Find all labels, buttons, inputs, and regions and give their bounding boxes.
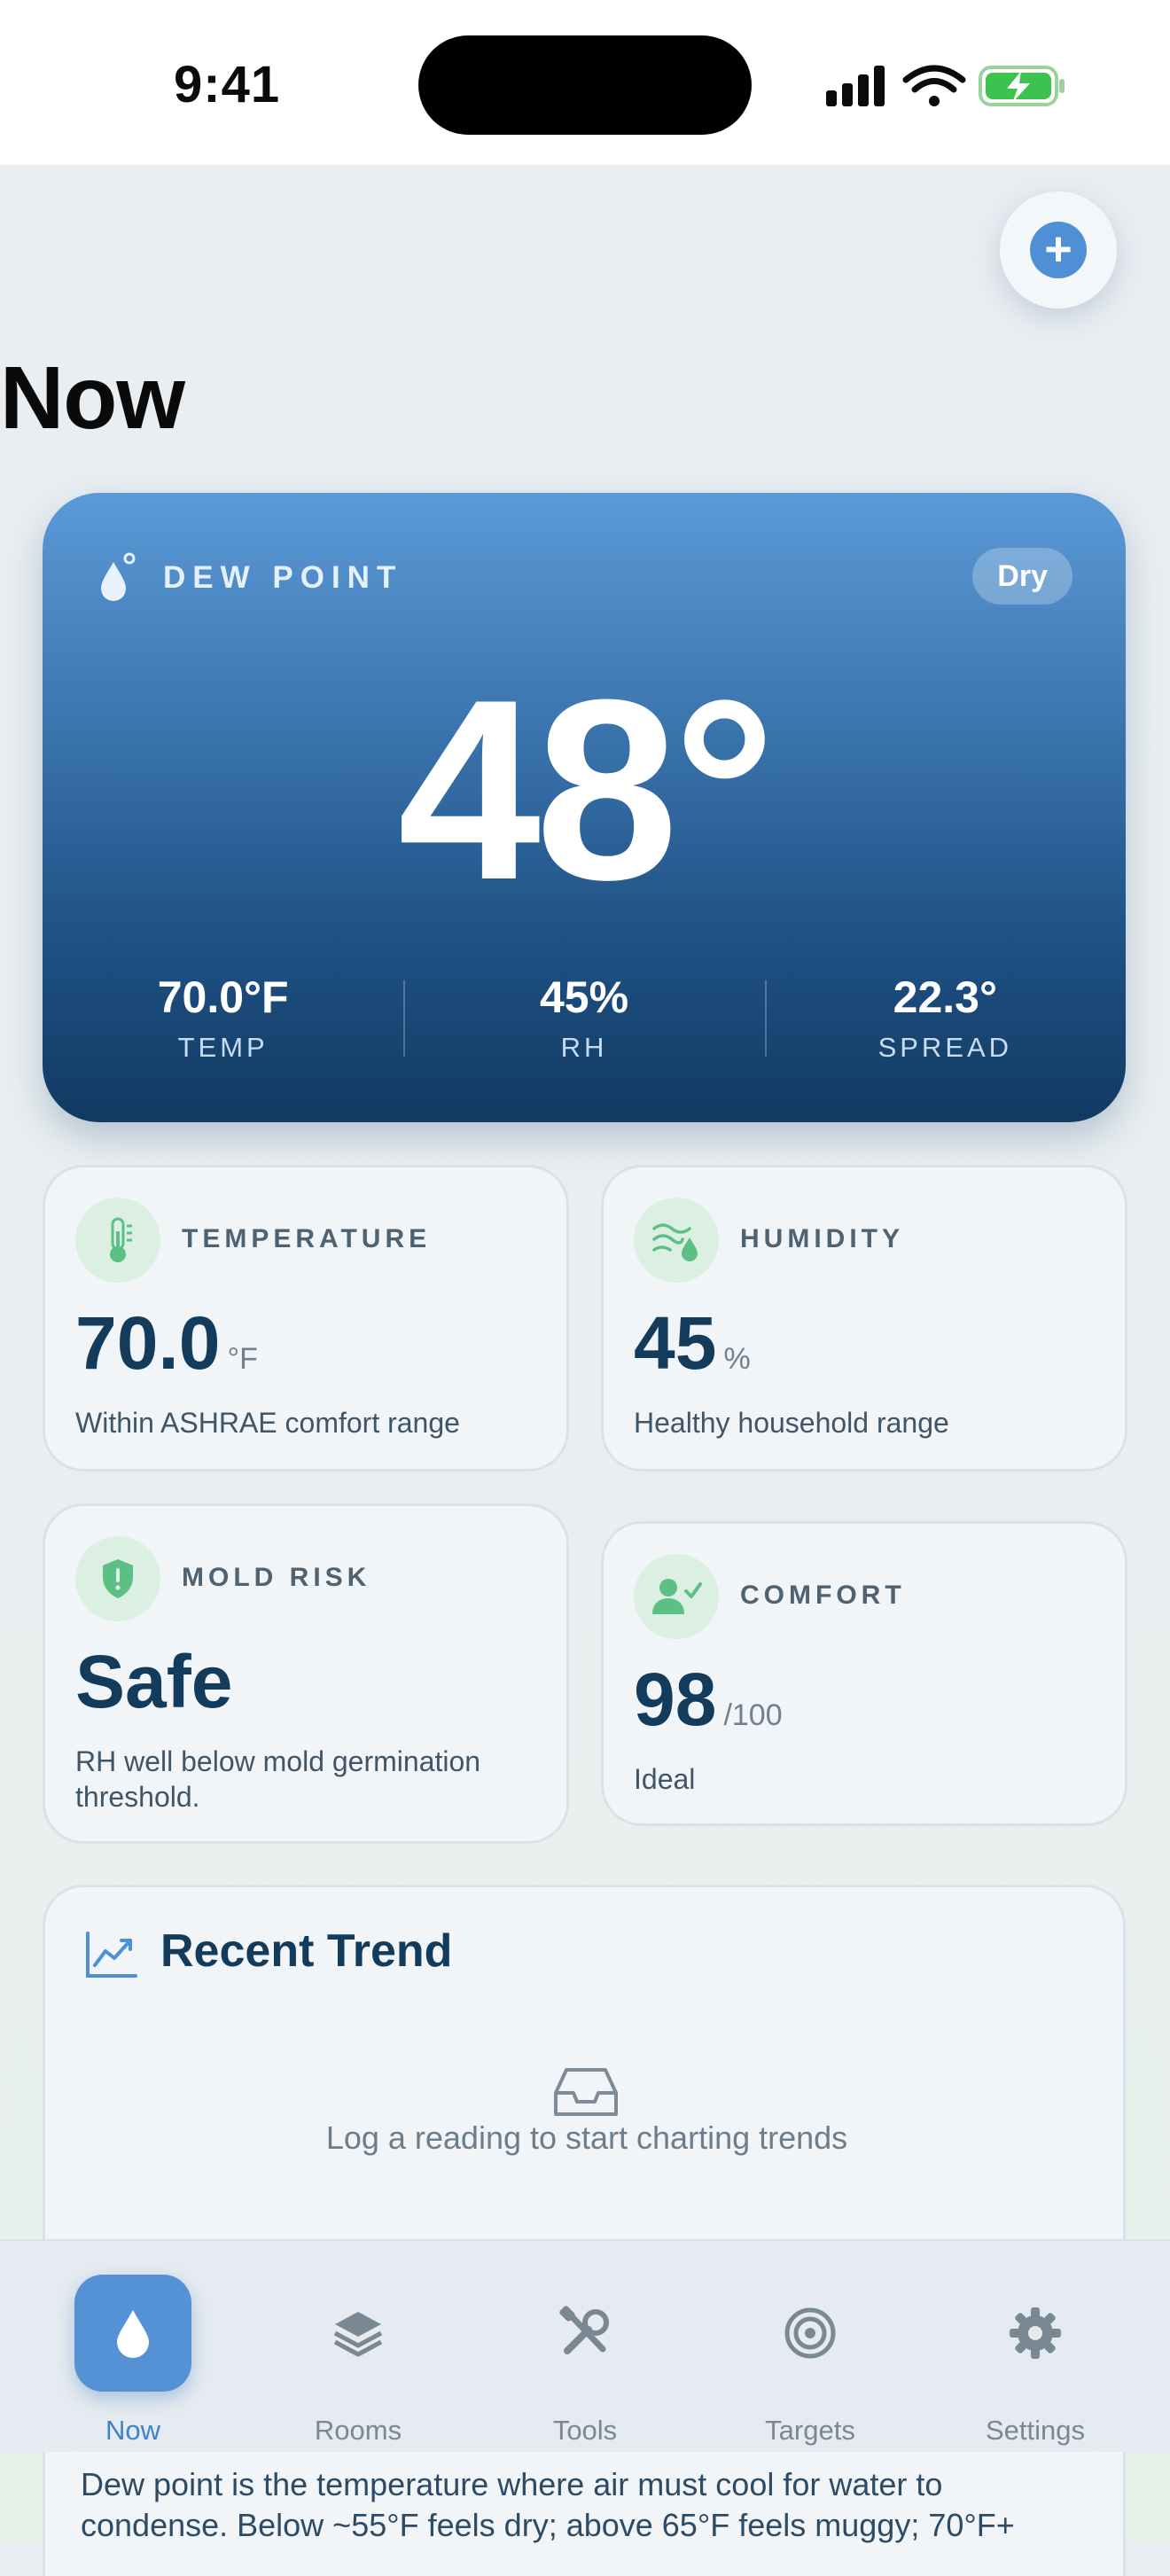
layers-icon — [300, 2275, 417, 2392]
status-icons — [826, 65, 1065, 106]
card-title: TEMPERATURE — [182, 1224, 432, 1253]
drop-icon — [101, 552, 136, 601]
stat-label: RH — [560, 1032, 608, 1063]
page-title: Now — [0, 348, 185, 448]
tab-bar: Now Rooms Tools Targets Settings — [0, 2239, 1170, 2454]
dew-point-label: DEW POINT — [163, 560, 403, 595]
tab-label: Targets — [765, 2415, 855, 2446]
card-value: 70.0 °F — [75, 1301, 258, 1385]
card-description: Within ASHRAE comfort range — [75, 1407, 460, 1439]
gear-icon — [977, 2275, 1094, 2392]
target-icon — [752, 2275, 869, 2392]
battery-icon — [979, 66, 1065, 106]
card-value: Safe — [75, 1640, 233, 1723]
tab-label: Tools — [552, 2415, 618, 2446]
status-badge: Dry — [972, 548, 1072, 605]
temperature-card[interactable]: TEMPERATURE 70.0 °F Within ASHRAE comfort… — [43, 1165, 569, 1471]
humidity-card[interactable]: HUMIDITY 45% Healthy household range — [601, 1165, 1127, 1471]
tab-settings[interactable]: Settings — [947, 2241, 1124, 2454]
person-check-icon — [634, 1554, 719, 1639]
explanation-text: Dew point is the temperature where air m… — [81, 2466, 1015, 2543]
inbox-icon — [554, 2068, 618, 2116]
empty-state-message: Log a reading to start charting trends — [325, 2119, 848, 2156]
stat-label: TEMP — [177, 1032, 269, 1063]
card-description: Healthy household range — [634, 1407, 949, 1439]
card-unit: /100 — [723, 1698, 783, 1732]
card-value: 98/100 — [634, 1658, 783, 1741]
card-title: COMFORT — [740, 1581, 906, 1610]
card-unit: °F — [227, 1342, 258, 1376]
wifi-icon — [902, 65, 966, 93]
signal-icon — [826, 66, 885, 106]
card-value: 45% — [634, 1301, 751, 1385]
dew-point-explanation: Dew point is the temperature where air m… — [43, 2452, 1126, 2576]
comfort-card[interactable]: COMFORT 98/100 Ideal — [601, 1521, 1127, 1826]
card-title: MOLD RISK — [182, 1563, 371, 1592]
card-title: HUMIDITY — [740, 1224, 904, 1253]
tab-rooms[interactable]: Rooms — [269, 2241, 447, 2454]
drop-icon — [74, 2275, 191, 2392]
dew-point-value: 48° — [397, 646, 776, 933]
card-description: RH well below mold germination threshold… — [75, 1745, 481, 1813]
dew-point-card[interactable]: DEW POINT Dry 48° 70.0°F TEMP 45% RH 22.… — [43, 493, 1126, 1122]
stat-label: SPREAD — [878, 1032, 1013, 1063]
stat-temp: 70.0°F TEMP — [43, 972, 403, 1069]
add-reading-button[interactable]: + — [1000, 191, 1117, 308]
mold-risk-card[interactable]: MOLD RISK Safe RH well below mold germin… — [43, 1503, 569, 1844]
status-time: 9:41 — [174, 56, 281, 113]
chart-line-icon — [86, 1932, 137, 1978]
stat-value: 70.0°F — [157, 972, 289, 1022]
thermometer-icon — [75, 1198, 160, 1283]
tab-targets[interactable]: Targets — [722, 2241, 899, 2454]
tab-label: Settings — [985, 2415, 1085, 2446]
humidity-icon — [634, 1198, 719, 1283]
status-bar: 9:41 — [0, 0, 1170, 165]
tools-icon — [526, 2275, 644, 2392]
hero-stats: 70.0°F TEMP 45% RH 22.3° SPREAD — [43, 972, 1126, 1069]
plus-icon: + — [1030, 222, 1087, 278]
tab-label: Rooms — [314, 2415, 402, 2446]
stat-value: 45% — [539, 972, 629, 1022]
tab-label: Now — [105, 2415, 160, 2446]
dynamic-island — [418, 35, 752, 135]
trend-title: Recent Trend — [160, 1925, 453, 1977]
stat-rh: 45% RH — [403, 972, 764, 1069]
card-description: Ideal — [634, 1763, 696, 1795]
stat-value: 22.3° — [893, 972, 997, 1022]
stat-spread: 22.3° SPREAD — [764, 972, 1126, 1069]
tab-tools[interactable]: Tools — [496, 2241, 674, 2454]
shield-icon — [75, 1536, 160, 1621]
tab-now[interactable]: Now — [44, 2241, 222, 2454]
card-unit: % — [723, 1342, 751, 1376]
